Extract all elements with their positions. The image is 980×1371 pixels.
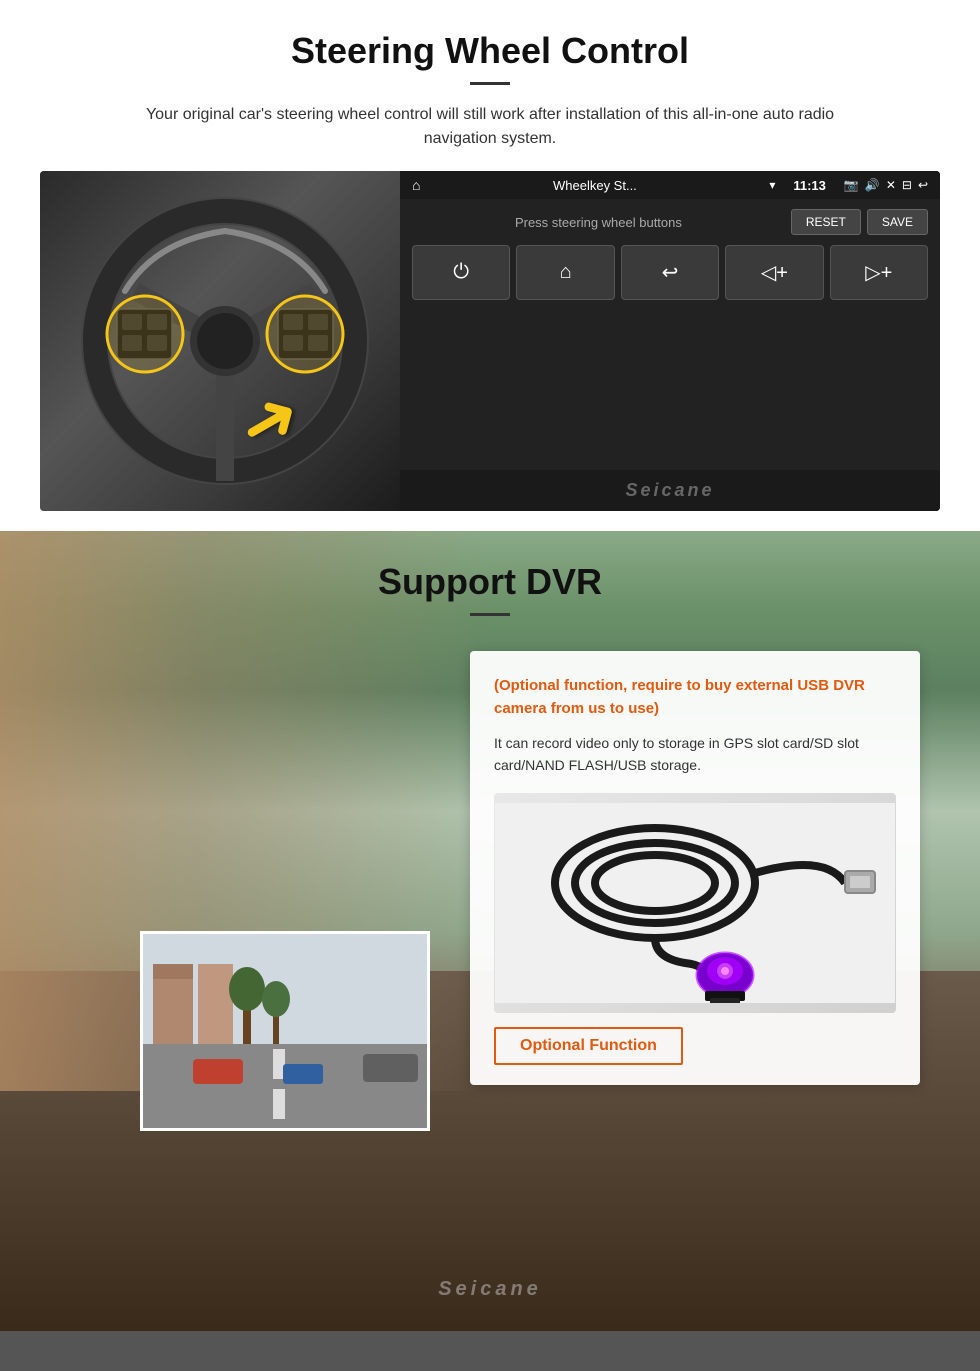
save-button[interactable]: SAVE [867, 209, 928, 235]
dvr-card-text: It can record video only to storage in G… [494, 732, 896, 777]
fn-power-btn[interactable]: ⏻ [412, 245, 510, 300]
dvr-road-thumbnail [140, 931, 430, 1131]
wheelkey-ui-panel: ⌂ Wheelkey St... ▾ 11:13 📷 🔊 ✕ ⊟ ↩ Press… [400, 171, 940, 511]
time-display: 11:13 [793, 178, 826, 193]
fn-vol-down-btn[interactable]: ◁+ [725, 245, 823, 300]
title-divider [470, 82, 510, 85]
steering-wheel-svg [75, 191, 375, 491]
dvr-title: Support DVR [0, 561, 980, 603]
volume-icon: 🔊 [865, 178, 880, 192]
swc-description: Your original car's steering wheel contr… [120, 103, 860, 151]
expand-icon: ⊟ [902, 178, 912, 192]
dvr-card-title: (Optional function, require to buy exter… [494, 675, 896, 720]
back-icon: ↩ [918, 178, 928, 192]
optional-function-label: Optional Function [494, 1027, 683, 1065]
dvr-info-card: (Optional function, require to buy exter… [470, 651, 920, 1085]
close-icon: ✕ [886, 178, 896, 192]
bottom-bar [0, 1331, 980, 1371]
status-bar: ⌂ Wheelkey St... ▾ 11:13 📷 🔊 ✕ ⊟ ↩ [400, 171, 940, 199]
status-icons: 📷 🔊 ✕ ⊟ ↩ [844, 178, 928, 192]
optional-function-badge: Optional Function [494, 1027, 896, 1065]
dvr-heading: Support DVR [0, 531, 980, 646]
signal-icon: ▾ [769, 178, 775, 192]
thumbnail-scene [143, 934, 430, 1131]
home-icon: ⌂ [412, 177, 420, 193]
function-buttons-row: ⏻ ⌂ ↩ ◁+ ▷+ [412, 245, 928, 300]
fn-vol-up-btn[interactable]: ▷+ [830, 245, 928, 300]
app-name-label: Wheelkey St... [428, 178, 761, 193]
panel-instruction: Press steering wheel buttons [412, 215, 785, 230]
swc-composite-image: ➜ Seicane ⌂ Wheelkey St... ▾ 11:13 📷 🔊 ✕… [40, 171, 940, 511]
reset-button[interactable]: RESET [791, 209, 861, 235]
steering-wheel-section: Steering Wheel Control Your original car… [0, 0, 980, 531]
panel-header: Press steering wheel buttons RESET SAVE [412, 209, 928, 235]
dvr-camera-image [494, 793, 896, 1013]
camera-icon: 📷 [844, 178, 859, 192]
swc-title: Steering Wheel Control [40, 30, 940, 72]
fn-back-btn[interactable]: ↩ [621, 245, 719, 300]
wheelkey-panel: Press steering wheel buttons RESET SAVE … [400, 199, 940, 470]
steering-wheel-photo: ➜ [40, 171, 410, 511]
dvr-section: Support DVR ( [0, 531, 980, 1331]
dvr-camera-svg [495, 803, 895, 1003]
dvr-divider [470, 613, 510, 616]
seicane-watermark-dvr: Seicane [438, 1278, 542, 1301]
seicane-watermark-right: Seicane [400, 470, 940, 511]
fn-home-btn[interactable]: ⌂ [516, 245, 614, 300]
